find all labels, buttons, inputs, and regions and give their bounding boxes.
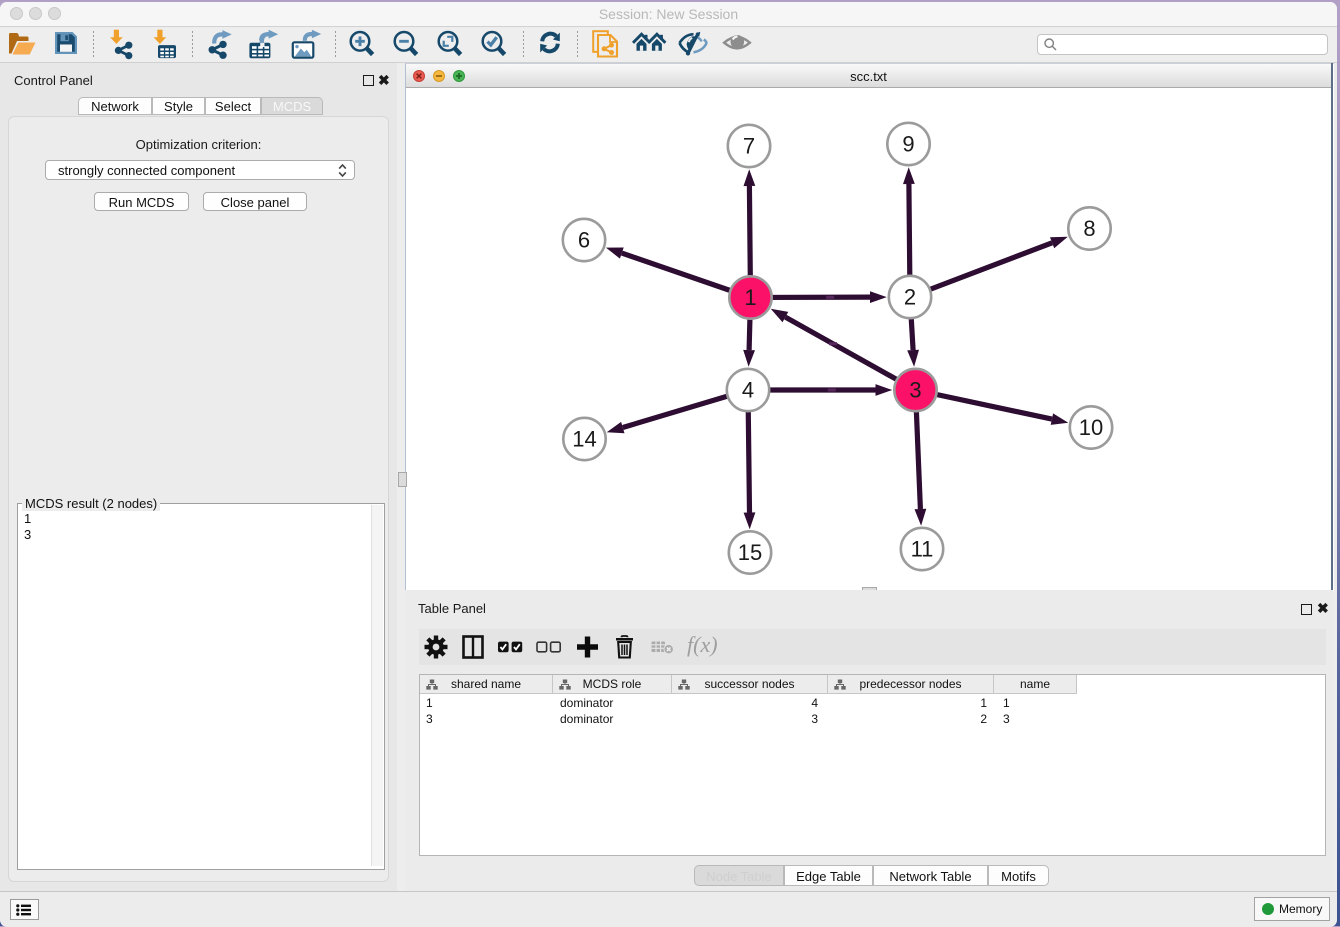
svg-text:7: 7 xyxy=(743,134,755,159)
svg-text:14: 14 xyxy=(572,427,596,452)
svg-text:1: 1 xyxy=(744,285,756,310)
svg-text:8: 8 xyxy=(1083,216,1095,241)
svg-text:2: 2 xyxy=(904,285,916,310)
svg-text:15: 15 xyxy=(738,540,762,565)
svg-text:10: 10 xyxy=(1079,415,1103,440)
svg-text:3: 3 xyxy=(909,378,921,403)
svg-text:4: 4 xyxy=(742,378,754,403)
svg-text:11: 11 xyxy=(911,537,934,562)
svg-text:9: 9 xyxy=(902,132,914,157)
svg-text:6: 6 xyxy=(578,228,590,253)
